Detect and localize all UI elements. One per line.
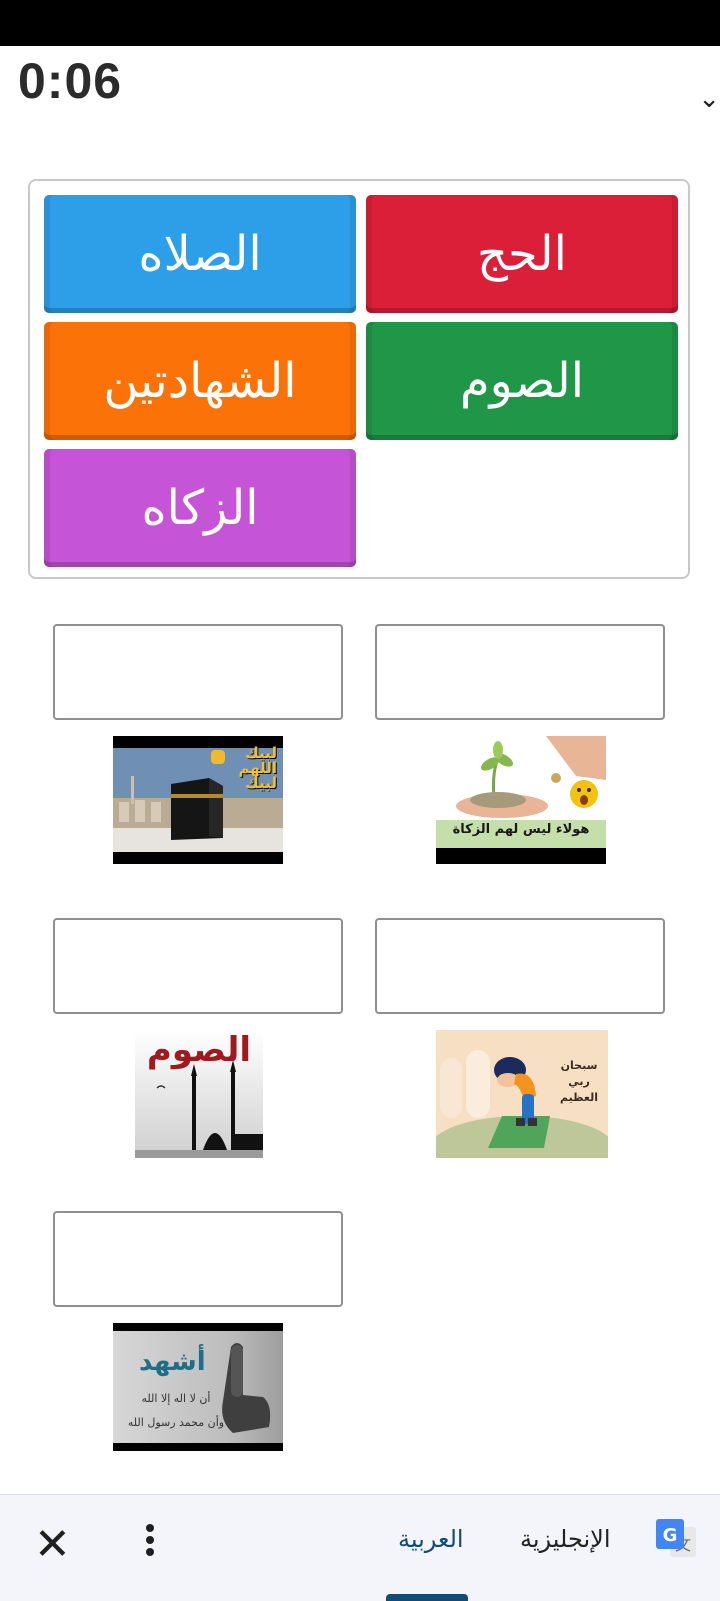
drop-box-3[interactable] (375, 918, 665, 1014)
shahada-line-1: أن لا اله إلا الله (141, 1392, 211, 1405)
zakat-caption: هولاء ليس لهم الزكاة (452, 822, 590, 837)
google-translate-icon[interactable]: 文 G (654, 1517, 698, 1561)
drop-box-4[interactable] (53, 918, 343, 1014)
sawm-image: الصوم (135, 1030, 263, 1158)
shahada-title: أشهد (139, 1347, 206, 1377)
lang-current-tab[interactable]: العربية (398, 1525, 464, 1553)
close-icon[interactable]: ✕ (34, 1519, 71, 1570)
hajj-text-3: لبيك (245, 774, 277, 792)
sawm-title: الصوم (146, 1030, 252, 1070)
hajj-image: لبيك اللهم لبيك (113, 736, 283, 864)
zakat-image: هولاء ليس لهم الزكاة (436, 736, 606, 864)
drop-box-2[interactable] (53, 624, 343, 720)
shahada-image: أشهد أن لا اله إلا الله وأن محمد رسول ال… (113, 1323, 283, 1451)
tile-zakah[interactable]: الزكاه (44, 449, 356, 567)
tile-hajj[interactable]: الحج (366, 195, 678, 313)
lang-target-tab[interactable]: الإنجليزية (520, 1525, 611, 1553)
tile-salah[interactable]: الصلاه (44, 195, 356, 313)
shahada-line-2: وأن محمد رسول الله (127, 1416, 225, 1429)
more-vert-icon[interactable] (140, 1521, 160, 1561)
status-bar (0, 0, 720, 46)
word-bank: الحج الصلاه الصوم الشهادتين الزكاه (28, 179, 690, 579)
tile-sawm[interactable]: الصوم (366, 322, 678, 440)
drop-box-5[interactable] (53, 1211, 343, 1307)
salah-image: سبحان ربي العظيم (436, 1030, 608, 1158)
salah-text-1: سبحان (560, 1059, 598, 1072)
drop-box-1[interactable] (375, 624, 665, 720)
tile-shahadatain[interactable]: الشهادتين (44, 322, 356, 440)
salah-text-3: العظيم (560, 1091, 598, 1104)
svg-text:G: G (663, 1525, 678, 1546)
salah-text-2: ربي (568, 1075, 590, 1088)
hands-icon (211, 750, 225, 764)
chevron-icon[interactable]: ⌄ (698, 84, 720, 114)
timer: 0:06 (18, 53, 123, 109)
translate-bar: ✕ العربية الإنجليزية 文 G (0, 1494, 720, 1601)
